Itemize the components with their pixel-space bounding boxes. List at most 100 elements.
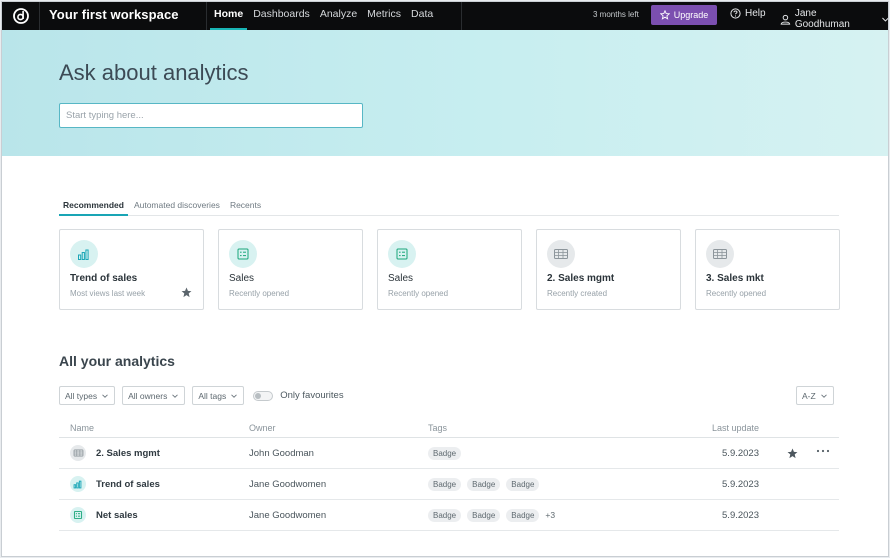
recommended-card[interactable]: Sales Recently opened [218, 229, 363, 310]
tags-cell: Badge Badge Badge [428, 469, 545, 499]
row-owner: John Goodman [249, 447, 314, 459]
card-title: 3. Sales mkt [706, 273, 764, 284]
table-row[interactable]: Net sales Jane Goodwomen Badge Badge Bad… [59, 500, 839, 531]
nav-home[interactable]: Home [210, 2, 248, 30]
recommended-card[interactable]: Trend of sales Most views last week [59, 229, 204, 310]
card-subtitle: Most views last week [70, 289, 146, 298]
row-last-update: 5.9.2023 [722, 447, 759, 459]
column-header-tags[interactable]: Tags [428, 420, 447, 437]
owner-filter-dropdown[interactable]: All owners [122, 386, 186, 405]
tag-filter-dropdown[interactable]: All tags [192, 386, 245, 405]
row-owner: Jane Goodwomen [249, 509, 327, 521]
tag-badge[interactable]: Badge [506, 508, 540, 522]
chevron-down-icon [882, 17, 888, 22]
table-icon [547, 240, 575, 268]
trial-remaining-text: 3 months left [593, 10, 639, 19]
row-name[interactable]: Trend of sales [96, 479, 160, 490]
card-title: Sales [388, 273, 414, 284]
bar-chart-icon [70, 240, 98, 268]
analytics-table: Name Owner Tags Last update 2. Sales mgm… [59, 420, 839, 531]
help-button[interactable]: Help [730, 8, 766, 19]
chevron-down-icon [231, 393, 238, 398]
table-row[interactable]: Trend of sales Jane Goodwomen Badge Badg… [59, 469, 839, 500]
card-subtitle: Recently opened [706, 289, 767, 298]
recommended-card[interactable]: 2. Sales mgmt Recently created [536, 229, 681, 310]
tag-badge[interactable]: Badge [506, 477, 540, 491]
tag-badge[interactable]: Badge [467, 508, 501, 522]
workspace-title[interactable]: Your first workspace [49, 7, 179, 22]
recommended-card[interactable]: 3. Sales mkt Recently opened [695, 229, 840, 310]
nav-analyze[interactable]: Analyze [316, 2, 361, 30]
tags-cell: Badge Badge Badge +3 [428, 500, 555, 530]
table-row[interactable]: 2. Sales mgmt John Goodman Badge 5.9.202… [59, 438, 839, 469]
analytics-filters: All types All owners All tags Only favou… [59, 386, 344, 405]
top-navigation-bar: Your first workspace Home Dashboards Ana… [2, 2, 888, 30]
chevron-down-icon [820, 393, 827, 398]
ask-search-input[interactable] [59, 103, 363, 128]
owner-cell: John Goodman [249, 438, 314, 468]
nav-dashboards[interactable]: Dashboards [249, 2, 314, 30]
recommended-card[interactable]: Sales Recently opened [377, 229, 522, 310]
row-last-update: 5.9.2023 [722, 478, 759, 490]
bar-chart-icon [70, 476, 86, 492]
tag-badge[interactable]: Badge [467, 477, 501, 491]
card-title: 2. Sales mgmt [547, 273, 615, 284]
sort-label: A-Z [802, 390, 816, 401]
favourites-toggle-label: Only favourites [280, 390, 344, 401]
row-last-update: 5.9.2023 [722, 509, 759, 521]
upgrade-button[interactable]: Upgrade [651, 5, 717, 25]
card-subtitle: Recently opened [229, 289, 290, 298]
star-filled-icon[interactable] [181, 287, 192, 298]
type-filter-dropdown[interactable]: All types [59, 386, 116, 405]
nav-divider [461, 2, 462, 30]
user-name: Jane Goodhuman [794, 8, 850, 30]
more-tags-count[interactable]: +3 [545, 510, 555, 520]
help-label: Help [745, 8, 766, 19]
tab-automated-discoveries[interactable]: Automated discoveries [130, 199, 224, 216]
table-header: Name Owner Tags Last update [59, 420, 839, 438]
dashboard-icon [388, 240, 416, 268]
nav-divider [206, 2, 207, 30]
star-filled-icon[interactable] [787, 448, 798, 459]
tag-badge[interactable]: Badge [428, 508, 462, 522]
dashboard-icon [229, 240, 257, 268]
filter-label: All tags [198, 390, 227, 401]
nav-metrics[interactable]: Metrics [363, 2, 405, 30]
chevron-down-icon [102, 393, 108, 398]
name-cell: Net sales [70, 500, 138, 530]
table-icon [706, 240, 734, 268]
user-icon [780, 14, 791, 25]
filter-label: All types [65, 390, 98, 401]
more-options-icon[interactable] [815, 446, 831, 457]
favourites-toggle[interactable] [253, 390, 274, 401]
table-icon [70, 445, 86, 461]
owner-cell: Jane Goodwomen [249, 500, 326, 530]
user-menu[interactable]: Jane Goodhuman [780, 8, 888, 30]
dashboard-icon [70, 507, 86, 523]
row-name[interactable]: Net sales [96, 510, 138, 521]
column-header-last-update[interactable]: Last update [712, 420, 759, 437]
name-cell: Trend of sales [70, 469, 160, 499]
tag-badge[interactable]: Badge [428, 446, 462, 460]
sort-dropdown[interactable]: A-Z [796, 386, 834, 405]
row-owner: Jane Goodwomen [249, 478, 327, 490]
recommended-cards: Trend of sales Most views last week Sale… [59, 229, 840, 310]
name-cell: 2. Sales mgmt [70, 438, 160, 468]
tab-recommended[interactable]: Recommended [59, 199, 128, 216]
tab-recents[interactable]: Recents [226, 199, 265, 216]
last-update-cell: 5.9.2023 [722, 469, 759, 499]
owner-cell: Jane Goodwomen [249, 469, 326, 499]
column-header-name[interactable]: Name [70, 420, 94, 437]
ask-analytics-hero: Ask about analytics [2, 30, 888, 156]
row-name[interactable]: 2. Sales mgmt [96, 448, 160, 459]
card-title: Sales [229, 273, 255, 284]
tag-badge[interactable]: Badge [428, 477, 462, 491]
nav-data[interactable]: Data [407, 2, 437, 30]
column-header-owner[interactable]: Owner [249, 420, 276, 437]
main-nav: Home Dashboards Analyze Metrics Data [210, 2, 439, 30]
app-logo[interactable] [2, 2, 40, 30]
recommendation-tabs: Recommended Automated discoveries Recent… [59, 199, 839, 216]
card-subtitle: Recently created [547, 289, 608, 298]
filter-label: All owners [128, 390, 168, 401]
all-analytics-title: All your analytics [59, 353, 175, 369]
